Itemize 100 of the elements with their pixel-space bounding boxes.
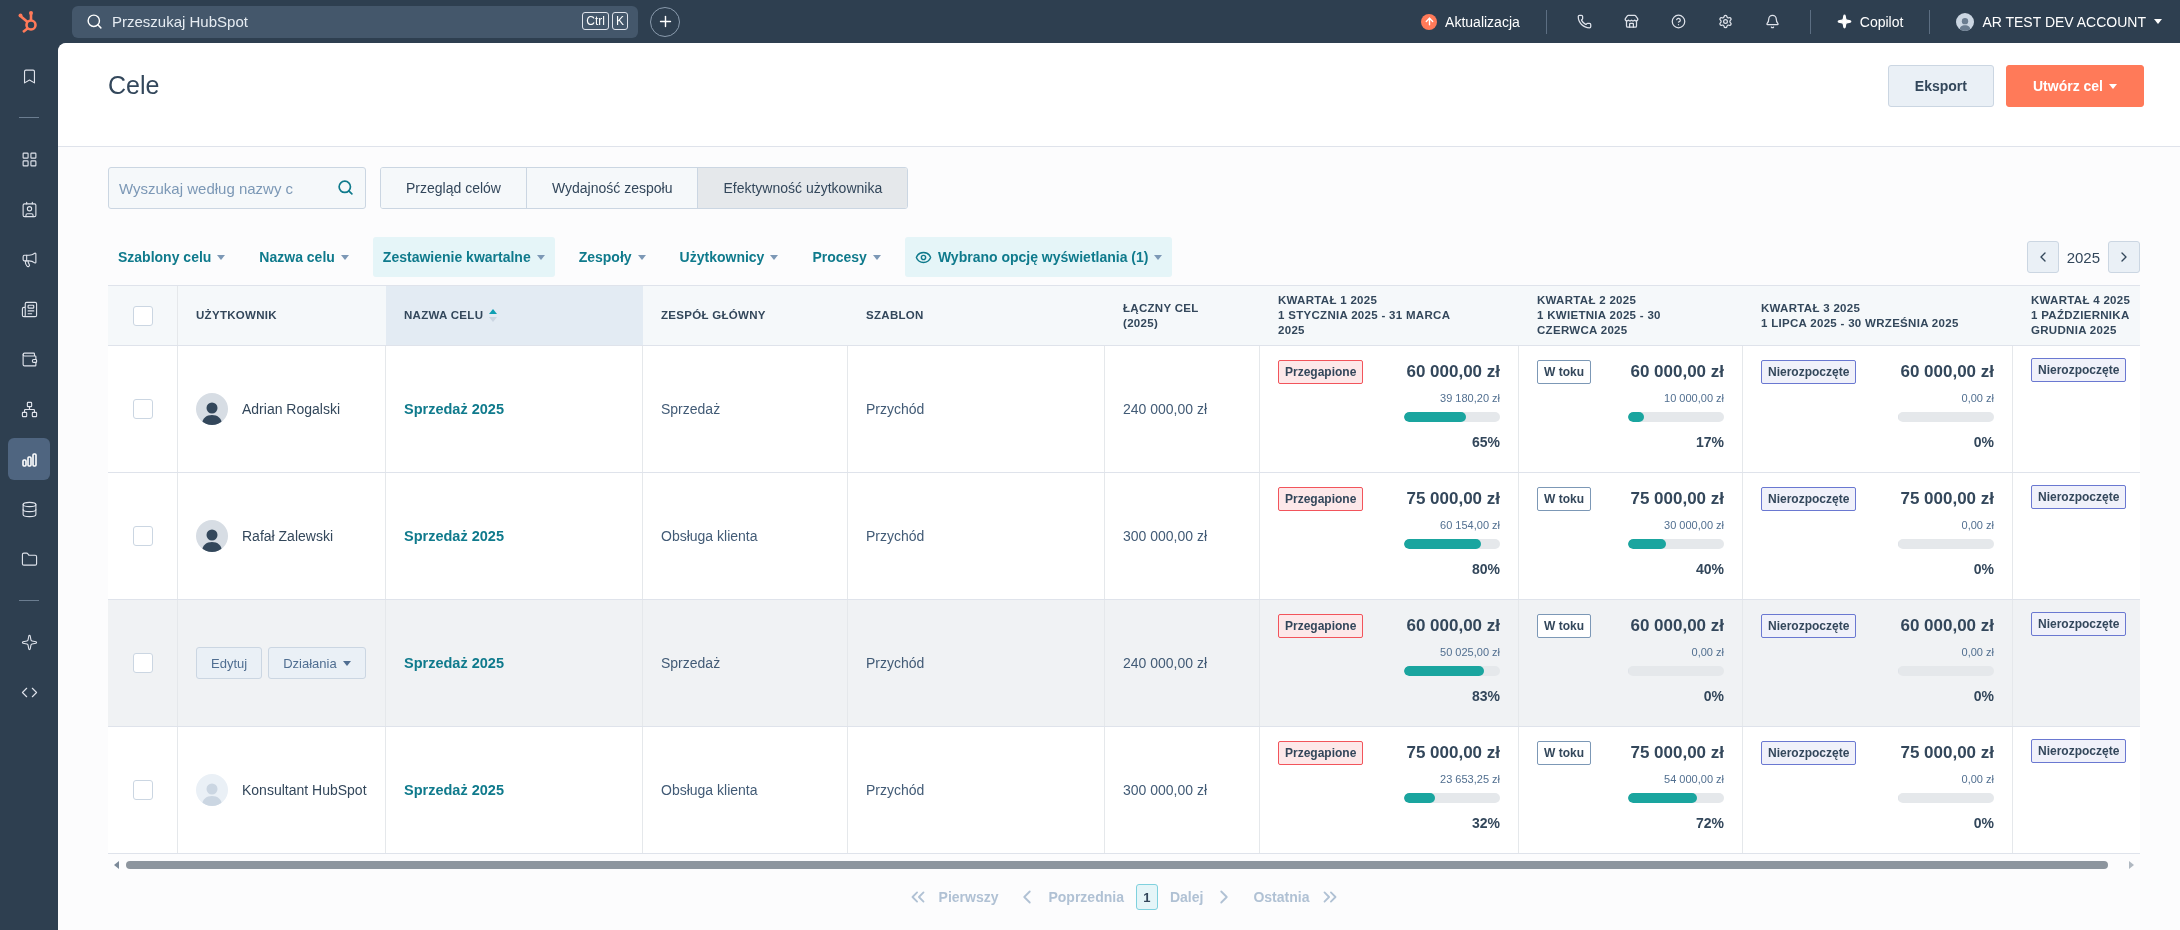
search-icon (337, 179, 354, 196)
edit-button[interactable]: Edytuj (196, 647, 263, 679)
sparkle-icon (1836, 14, 1852, 29)
progress-percent: 0% (1973, 815, 1994, 831)
achieved-amount: 23 653,25 zł (1440, 773, 1500, 785)
quarter-target: 60 000,00 zł (1900, 362, 1994, 382)
total-goal-cell: 240 000,00 zł (1123, 401, 1208, 417)
quarter-target: 75 000,00 zł (1630, 489, 1724, 509)
view-tab[interactable]: Wydajność zespołu (526, 168, 699, 208)
progress-percent: 0% (1973, 434, 1994, 450)
achieved-amount: 54 000,00 zł (1664, 773, 1724, 785)
user-name: Adrian Rogalski (242, 399, 341, 419)
status-badge: Nierozpoczęte (1761, 487, 1857, 511)
caret-icon (342, 660, 351, 666)
column-header[interactable]: KWARTAŁ 4 2025 1 PAŹDZIERNIKA GRUDNIA 2025 (2031, 293, 2131, 338)
keyboard-key: Ctrl (582, 11, 609, 30)
progress-percent: 0% (1703, 688, 1724, 704)
caret-icon (217, 254, 226, 260)
column-header[interactable]: NAZWA CELU (404, 308, 484, 323)
column-header[interactable]: KWARTAŁ 1 2025 1 STYCZNIA 2025 - 31 MARCA 2025 (1278, 293, 1451, 338)
achieved-amount: 0,00 zł (1961, 646, 1994, 658)
goal-link[interactable]: Sprzedaż 2025 (404, 528, 504, 544)
quarter-target: 75 000,00 zł (1900, 743, 1994, 763)
quarter-target: 60 000,00 zł (1406, 362, 1500, 382)
filter-dropdown[interactable]: Nazwa celu (249, 237, 359, 277)
row-checkbox[interactable] (132, 526, 153, 546)
status-badge: Przegapione (1278, 487, 1364, 511)
column-header[interactable]: ŁĄCZNY CEL (2025) (1123, 300, 1199, 331)
sort-icon (489, 309, 498, 322)
status-badge: W toku (1537, 741, 1591, 765)
team-cell: Sprzedaż (661, 401, 721, 417)
column-header[interactable]: ZESPÓŁ GŁÓWNY (661, 308, 766, 323)
caret-icon (536, 254, 545, 260)
bell-icon (1764, 14, 1780, 29)
view-tab[interactable]: Efektywność użytkownika (698, 168, 908, 208)
avatar-icon (196, 520, 228, 552)
bar-chart-icon (20, 450, 38, 468)
quarter-target: 75 000,00 zł (1406, 489, 1500, 509)
filter-dropdown[interactable]: Użytkownicy (669, 237, 789, 277)
row-checkbox[interactable] (132, 399, 153, 419)
table-row[interactable]: Rafał Zalewski Sprzedaż 2025 Obsługa klienta Przychód 300 000,00 zł Przegapione 75 000,00 zł 60 154,00 zł 80% W toku 75 000,00 zł 30 000,00 zł 40% Nierozpoczęte 75 000,00 zł 0,00 zł 0% Nierozpoczęte (108, 473, 2140, 600)
goal-link[interactable]: Sprzedaż 2025 (404, 782, 504, 798)
copilot-button[interactable]: Copilot (1830, 9, 1910, 34)
update-link[interactable]: Aktualizacja (1415, 9, 1526, 34)
quarter-target: 75 000,00 zł (1900, 489, 1994, 509)
filter-dropdown[interactable]: Wybrano opcję wyświetlania (1) (904, 237, 1173, 277)
view-tab[interactable]: Przegląd celów (381, 168, 527, 208)
avatar-icon (196, 774, 228, 806)
filter-dropdown[interactable]: Szablony celu (108, 237, 236, 277)
select-all-checkbox[interactable] (132, 305, 153, 326)
progress-percent: 17% (1695, 434, 1724, 450)
column-header[interactable]: KWARTAŁ 2 2025 1 KWIETNIA 2025 - 30 CZERWCA 2025 (1537, 293, 1661, 338)
template-cell: Przychód (866, 528, 925, 544)
status-badge: Nierozpoczęte (1761, 614, 1857, 638)
quarter-target: 75 000,00 zł (1630, 743, 1724, 763)
column-header[interactable]: UŻYTKOWNIK (196, 308, 277, 323)
page-number[interactable]: 1 (1135, 884, 1158, 910)
goal-link[interactable]: Sprzedaż 2025 (404, 655, 504, 671)
progress-percent: 40% (1695, 561, 1724, 577)
phone-icon (1576, 14, 1592, 29)
column-header[interactable]: SZABLON (866, 308, 924, 323)
total-goal-cell: 240 000,00 zł (1123, 655, 1208, 671)
sidebar-item[interactable] (8, 438, 50, 480)
template-cell: Przychód (866, 655, 925, 671)
actions-dropdown[interactable]: Działania (268, 647, 366, 679)
goal-link[interactable]: Sprzedaż 2025 (404, 401, 504, 417)
achieved-amount: 50 025,00 zł (1440, 646, 1500, 658)
achieved-amount: 39 180,20 zł (1440, 392, 1500, 404)
table-row[interactable]: Adrian Rogalski Sprzedaż 2025 Sprzedaż Przychód 240 000,00 zł Przegapione 60 000,00 zł 39 180,20 zł 65% W toku 60 000,00 zł 10 000,00 zł 17% Nierozpoczęte 60 000,00 zł 0,00 zł 0% Nierozpoczęte (108, 346, 2140, 473)
filter-dropdown[interactable]: Zespoły (568, 237, 656, 277)
network-icon (20, 400, 38, 418)
caret-icon (2154, 19, 2162, 24)
row-checkbox[interactable] (132, 780, 153, 800)
status-badge: W toku (1537, 360, 1591, 384)
help-icon (1670, 14, 1686, 29)
progress-percent: 32% (1471, 815, 1500, 831)
filter-dropdown[interactable]: Zestawienie kwartalne (372, 237, 555, 277)
arrow-up-icon (1421, 13, 1438, 30)
table-row[interactable]: Edytuj Działania Sprzedaż 2025 Sprzedaż Przychód 240 000,00 zł Przegapione 60 000,00 zł 50 025,00 zł 83% W toku 60 000,00 zł 0,00 zł 0% Nierozpoczęte 60 000,00 zł 0,00 zł 0% Nierozpoczęte (108, 600, 2140, 727)
progress-percent: 65% (1471, 434, 1500, 450)
quarter-target: 75 000,00 zł (1406, 743, 1500, 763)
filter-dropdown[interactable]: Procesy (802, 237, 891, 277)
row-checkbox[interactable] (132, 653, 153, 673)
progress-percent: 80% (1471, 561, 1500, 577)
achieved-amount: 0,00 zł (1961, 773, 1994, 785)
export-button[interactable]: Eksport (1887, 65, 1994, 107)
page-title: Cele (108, 71, 160, 100)
contact-card-icon (20, 200, 38, 218)
template-cell: Przychód (866, 401, 925, 417)
status-badge: Nierozpoczęte (2031, 485, 2127, 509)
caret-icon (770, 254, 779, 260)
database-icon (20, 500, 38, 518)
search-field[interactable]: Wyszukaj według nazwy c (108, 167, 366, 209)
status-badge: Przegapione (1278, 360, 1364, 384)
quarter-target: 60 000,00 zł (1630, 362, 1724, 382)
store-icon (1623, 14, 1639, 29)
status-badge: Nierozpoczęte (1761, 360, 1857, 384)
column-header[interactable]: KWARTAŁ 3 2025 1 LIPCA 2025 - 30 WRZEŚNIA 2025 (1761, 300, 1959, 331)
account-menu[interactable]: AR TEST DEV ACCOUNT (1950, 8, 2168, 35)
template-cell: Przychód (866, 782, 925, 798)
